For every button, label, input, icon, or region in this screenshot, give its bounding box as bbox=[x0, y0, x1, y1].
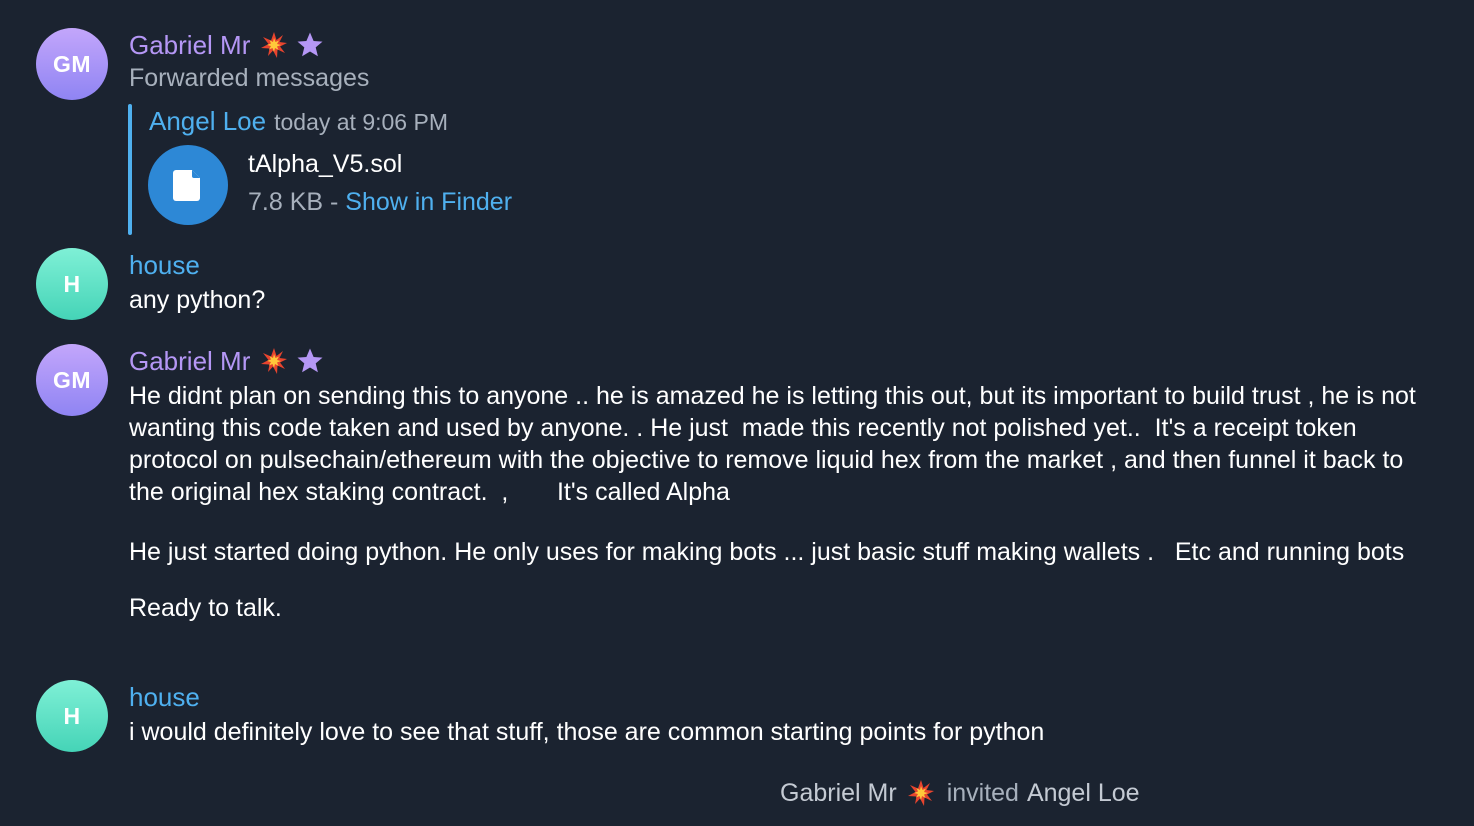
avatar[interactable]: GM bbox=[36, 28, 108, 100]
message-paragraph: Ready to talk. bbox=[129, 594, 282, 622]
forward-time: today at 9:06 PM bbox=[274, 109, 448, 135]
avatar-initials: H bbox=[63, 270, 81, 297]
forwarded-label: Forwarded messages bbox=[129, 64, 370, 92]
sender-name[interactable]: house bbox=[129, 680, 1414, 714]
file-name[interactable]: tAlpha_V5.sol bbox=[248, 148, 402, 180]
avatar[interactable]: H bbox=[36, 248, 108, 320]
message-paragraph: He didnt plan on sending this to anyone … bbox=[129, 382, 1423, 506]
forward-author[interactable]: Angel Loe bbox=[149, 106, 266, 137]
file-size: 7.8 KB bbox=[248, 188, 324, 216]
avatar[interactable]: H bbox=[36, 680, 108, 752]
collision-emoji-icon bbox=[907, 780, 934, 806]
sender-name-label: house bbox=[129, 682, 200, 712]
file-meta: 7.8 KB - Show in Finder bbox=[248, 186, 512, 218]
star-icon bbox=[297, 348, 323, 373]
avatar-initials: GM bbox=[52, 50, 92, 77]
sender-name[interactable]: Gabriel Mr bbox=[129, 28, 1414, 62]
service-verb: invited bbox=[946, 779, 1019, 807]
show-in-finder-link[interactable]: Show in Finder bbox=[345, 188, 512, 216]
file-icon[interactable] bbox=[148, 145, 228, 225]
sender-name[interactable]: Gabriel Mr bbox=[129, 344, 1419, 378]
document-icon bbox=[173, 170, 200, 201]
collision-emoji-icon bbox=[261, 348, 288, 374]
message-text: i would definitely love to see that stuf… bbox=[129, 718, 1045, 746]
avatar-initials: GM bbox=[52, 366, 92, 393]
sender-name[interactable]: house bbox=[129, 248, 1414, 282]
forward-quote-bar bbox=[128, 104, 132, 235]
sender-name-label: house bbox=[129, 250, 200, 280]
forward-header: Angel Loe today at 9:06 PM bbox=[149, 106, 448, 138]
sender-name-label: Gabriel Mr bbox=[129, 30, 251, 60]
service-actor[interactable]: Gabriel Mr bbox=[780, 776, 897, 810]
sender-name-label: Gabriel Mr bbox=[129, 346, 251, 376]
service-target[interactable]: Angel Loe bbox=[1027, 776, 1140, 810]
service-message: Gabriel Mr invited Angel Loe bbox=[780, 776, 1140, 810]
file-meta-separator: - bbox=[323, 188, 346, 216]
star-icon bbox=[297, 32, 323, 57]
avatar[interactable]: GM bbox=[36, 344, 108, 416]
message-text: any python? bbox=[129, 286, 266, 314]
avatar-initials: H bbox=[63, 702, 81, 729]
forwarded-block[interactable]: Angel Loe today at 9:06 PM tAlpha_V5.sol… bbox=[128, 104, 628, 235]
message-paragraph: He just started doing python. He only us… bbox=[129, 538, 1405, 566]
collision-emoji-icon bbox=[261, 32, 288, 58]
